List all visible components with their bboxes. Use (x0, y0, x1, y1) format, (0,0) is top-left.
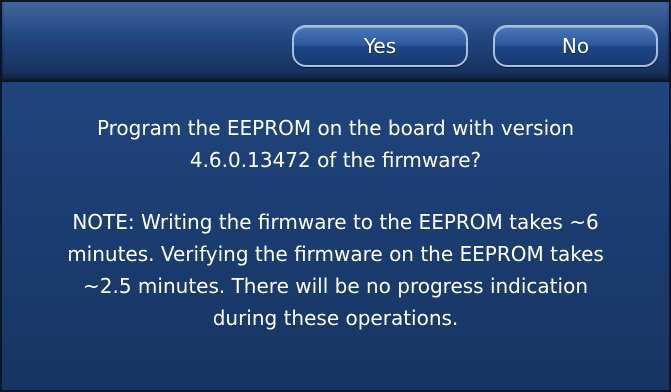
duration-note: NOTE: Writing the firmware to the EEPROM… (12, 206, 659, 334)
dialog-toolbar: Yes No (2, 2, 669, 82)
no-button[interactable]: No (493, 25, 658, 67)
confirmation-question: Program the EEPROM on the board with ver… (12, 112, 659, 176)
note-line: NOTE: Writing the firmware to the EEPROM… (72, 210, 599, 234)
question-line: Program the EEPROM on the board with ver… (96, 116, 575, 140)
dialog-message-area: Program the EEPROM on the board with ver… (2, 96, 669, 376)
confirm-dialog: Yes No Program the EEPROM on the board w… (0, 0, 671, 392)
yes-button[interactable]: Yes (292, 25, 468, 67)
note-line: during these operations. (212, 306, 459, 330)
note-line: ~2.5 minutes. There will be no progress … (83, 274, 588, 298)
toolbar-bevel (2, 72, 669, 82)
note-line: minutes. Verifying the firmware on the E… (67, 242, 604, 266)
question-line: 4.6.0.13472 of the firmware? (189, 148, 482, 172)
